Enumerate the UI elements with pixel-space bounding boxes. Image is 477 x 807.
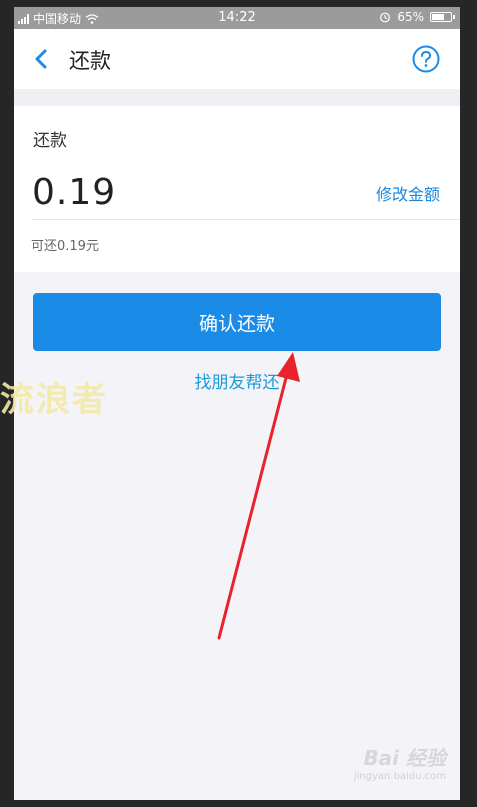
baidu-watermark: Bai 经验 jingyan.baidu.com	[354, 742, 446, 782]
modify-amount-link[interactable]: 修改金额	[376, 181, 440, 205]
header-divider	[14, 89, 460, 106]
status-bar: 中国移动 14:22 65%	[14, 7, 460, 29]
section-label: 还款	[33, 131, 67, 151]
confirm-repay-button[interactable]: 确认还款	[33, 293, 441, 351]
chevron-left-icon[interactable]	[28, 45, 56, 73]
status-right: 65%	[379, 10, 455, 24]
baidu-url: jingyan.baidu.com	[353, 771, 446, 782]
question-circle-icon[interactable]	[412, 45, 440, 73]
battery-percent: 65%	[397, 10, 424, 24]
battery-icon	[430, 12, 455, 22]
baidu-logo: Bai 经验	[363, 746, 446, 770]
battery-level	[432, 14, 444, 20]
page-title: 还款	[69, 49, 111, 73]
amount-divider	[32, 219, 460, 220]
app-header: 还款	[14, 29, 460, 89]
watermark-text: 流浪者	[0, 380, 108, 420]
amount-card: 还款 0.19 修改金额 可还0.19元	[14, 106, 460, 272]
alarm-icon	[380, 12, 391, 23]
available-amount-text: 可还0.19元	[31, 239, 99, 254]
amount-value[interactable]: 0.19	[32, 172, 116, 213]
